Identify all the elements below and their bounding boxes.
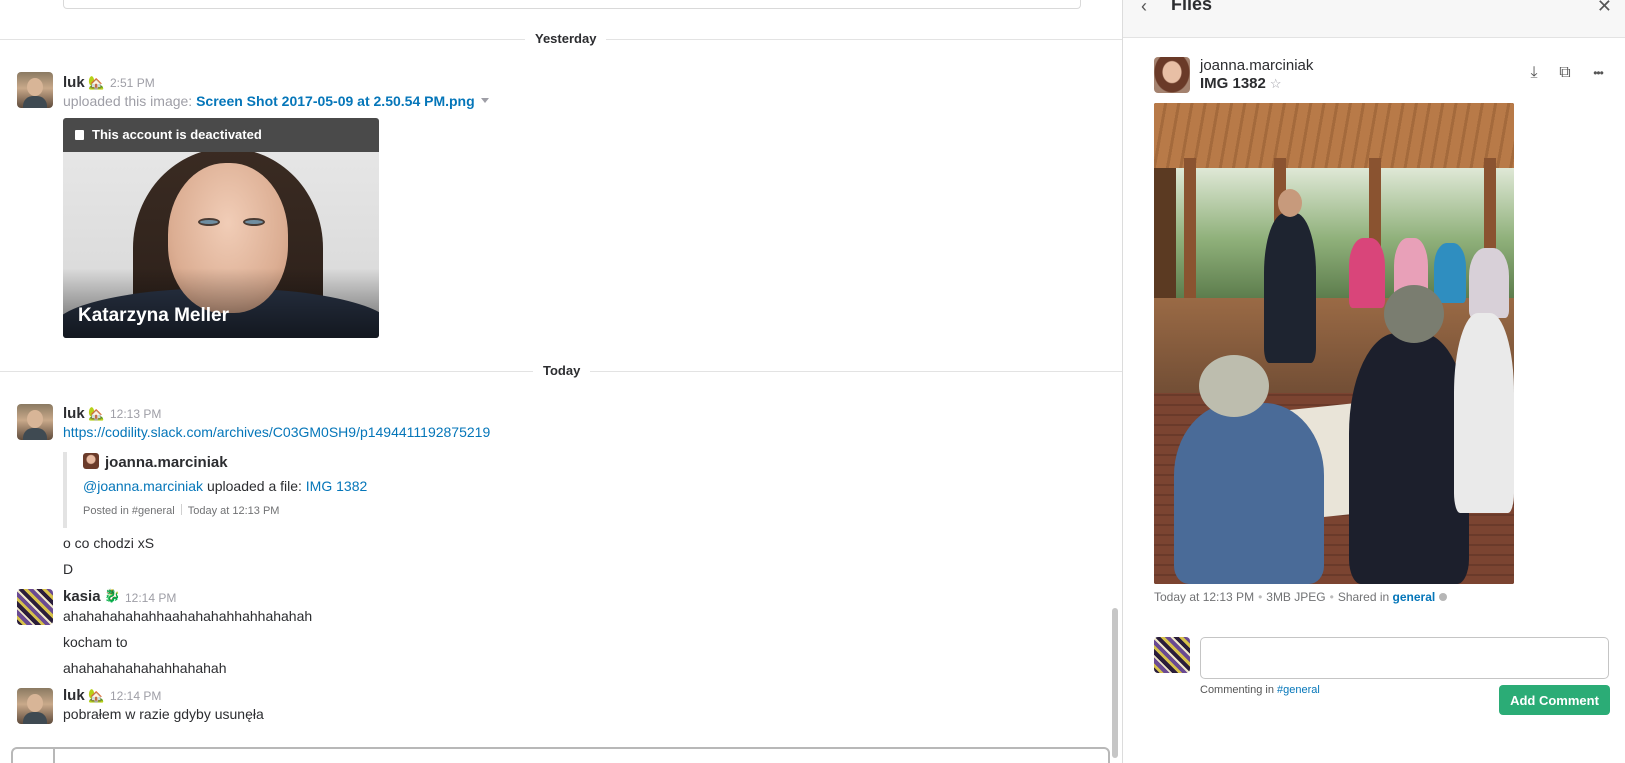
file-owner-name[interactable]: joanna.marciniak — [1200, 57, 1313, 75]
portrait-eye — [243, 218, 265, 226]
channel-info-icon[interactable] — [1439, 593, 1448, 601]
attachment-footer: Posted in #general Today at 12:13 PM — [83, 503, 279, 519]
attachment-author-name[interactable]: joanna.marciniak — [105, 454, 228, 471]
avatar[interactable] — [17, 404, 53, 440]
message-timestamp[interactable]: 12:13 PM — [110, 406, 161, 422]
previous-attachment-edge — [63, 0, 1081, 9]
status-emoji: 🏡 — [88, 75, 105, 90]
chat-scrollbar[interactable] — [1112, 608, 1118, 758]
attachment-body-text: uploaded a file: — [206, 478, 302, 494]
comment-input[interactable] — [1200, 637, 1609, 679]
avatar[interactable] — [17, 589, 53, 625]
file-image[interactable] — [1154, 103, 1514, 584]
avatar[interactable] — [17, 688, 53, 724]
add-comment-button[interactable]: Add Comment — [1499, 685, 1610, 715]
comment-hint: Commenting in #general — [1200, 682, 1320, 698]
status-emoji: 🏡 — [88, 406, 105, 421]
message-author[interactable]: luk — [63, 405, 85, 423]
portrait-eye — [198, 218, 220, 226]
message-attachment: joanna.marciniak @joanna.marciniak uploa… — [63, 452, 663, 528]
upload-line: uploaded this image: Screen Shot 2017-05… — [63, 92, 489, 111]
shared-channel-link[interactable]: general — [1393, 590, 1436, 604]
avatar[interactable] — [17, 72, 53, 108]
files-title: Files — [1171, 0, 1213, 14]
message-author[interactable]: luk — [63, 687, 85, 705]
file-timestamp: Today at 12:13 PM — [1154, 590, 1255, 604]
uploaded-image-preview[interactable]: This account is deactivated Katarzyna Me… — [63, 118, 379, 338]
message-author[interactable]: kasia — [63, 588, 101, 606]
comment-channel-link[interactable]: #general — [1277, 684, 1320, 696]
file-size-type: 3MB JPEG — [1266, 590, 1326, 604]
day-divider-yesterday: Yesterday — [0, 30, 1122, 48]
message-text: kocham to — [63, 634, 128, 650]
uploaded-file-link[interactable]: Screen Shot 2017-05-09 at 2.50.54 PM.png — [196, 93, 475, 109]
message-text: o co chodzi xS — [63, 535, 155, 551]
attachment-posted-in[interactable]: Posted in #general — [83, 505, 175, 517]
photo-person — [1349, 238, 1385, 308]
photo-head — [1384, 285, 1444, 343]
divider — [180, 504, 182, 515]
upload-prefix: uploaded this image: — [63, 93, 193, 109]
slack-app: Yesterday luk 🏡 2:51 PM uploaded this im… — [0, 0, 1625, 763]
files-panel: ‹ Files ✕ joanna.marciniak IMG 1382 ☆ ⤓ ⧉… — [1122, 0, 1625, 763]
file-owner-avatar[interactable] — [1154, 57, 1190, 93]
deactivated-banner: This account is deactivated — [63, 118, 379, 152]
message-author[interactable]: luk — [63, 74, 85, 92]
message-text: ahahahahahahhaahahahahhahhahahah — [63, 608, 313, 624]
open-external-icon[interactable]: ⧉ — [1554, 62, 1576, 84]
card-person-name: Katarzyna Meller — [78, 305, 230, 326]
photo-person — [1454, 313, 1514, 513]
day-divider-label: Today — [533, 362, 591, 380]
download-icon[interactable]: ⤓ — [1523, 62, 1545, 84]
photo-person — [1349, 333, 1469, 584]
photo-head — [1278, 189, 1302, 217]
attachment-author[interactable]: joanna.marciniak — [83, 453, 228, 473]
photo-person — [1469, 248, 1509, 318]
attachment-posted-at[interactable]: Today at 12:13 PM — [188, 505, 280, 517]
photo-roof — [1154, 103, 1514, 168]
message-link[interactable]: https://codility.slack.com/archives/C03G… — [63, 423, 490, 442]
photo-head — [1199, 355, 1269, 417]
attachment-body: @joanna.marciniak uploaded a file: IMG 1… — [83, 477, 367, 496]
file-name: IMG 1382 — [1200, 75, 1266, 92]
star-icon[interactable]: ☆ — [1270, 76, 1282, 91]
message-text: ahahahahahahahhahahah — [63, 660, 227, 676]
close-icon[interactable]: ✕ — [1597, 0, 1612, 16]
commenter-avatar — [1154, 637, 1190, 673]
photo-person — [1174, 403, 1324, 584]
file-title: IMG 1382 ☆ — [1200, 75, 1282, 93]
file-meta: Today at 12:13 PM • 3MB JPEG • Shared in gen… — [1154, 589, 1448, 605]
comment-hint-prefix: Commenting in — [1200, 684, 1274, 696]
shared-in-prefix: Shared in — [1337, 590, 1390, 604]
message-pane: Yesterday luk 🏡 2:51 PM uploaded this im… — [0, 0, 1122, 763]
message-timestamp[interactable]: 12:14 PM — [110, 688, 161, 704]
message-timestamp[interactable]: 12:14 PM — [125, 590, 176, 606]
message-text: pobrałem w razie gdyby usunęła — [63, 706, 264, 722]
photo-person — [1434, 243, 1466, 303]
message-input[interactable] — [11, 747, 1110, 763]
chevron-down-icon[interactable] — [480, 98, 489, 103]
mention-link[interactable]: @joanna.marciniak — [83, 478, 203, 494]
photo-person — [1264, 213, 1316, 363]
attachment-author-avatar — [83, 453, 99, 469]
message-text: D — [63, 561, 74, 577]
message-timestamp[interactable]: 2:51 PM — [110, 75, 155, 91]
back-icon[interactable]: ‹ — [1141, 0, 1147, 16]
deactivated-banner-text: This account is deactivated — [92, 127, 262, 142]
attach-button-divider — [53, 749, 55, 763]
archive-icon — [75, 130, 84, 140]
status-emoji: 🐉 — [104, 588, 121, 603]
files-header: ‹ Files ✕ — [1123, 0, 1625, 38]
day-divider-today: Today — [0, 362, 1122, 380]
more-actions-icon[interactable]: ••• — [1583, 62, 1613, 84]
day-divider-label: Yesterday — [525, 30, 607, 48]
separator-dot: • — [1329, 590, 1334, 604]
status-emoji: 🏡 — [88, 688, 105, 703]
attachment-file-link[interactable]: IMG 1382 — [306, 478, 367, 494]
separator-dot: • — [1258, 590, 1263, 604]
